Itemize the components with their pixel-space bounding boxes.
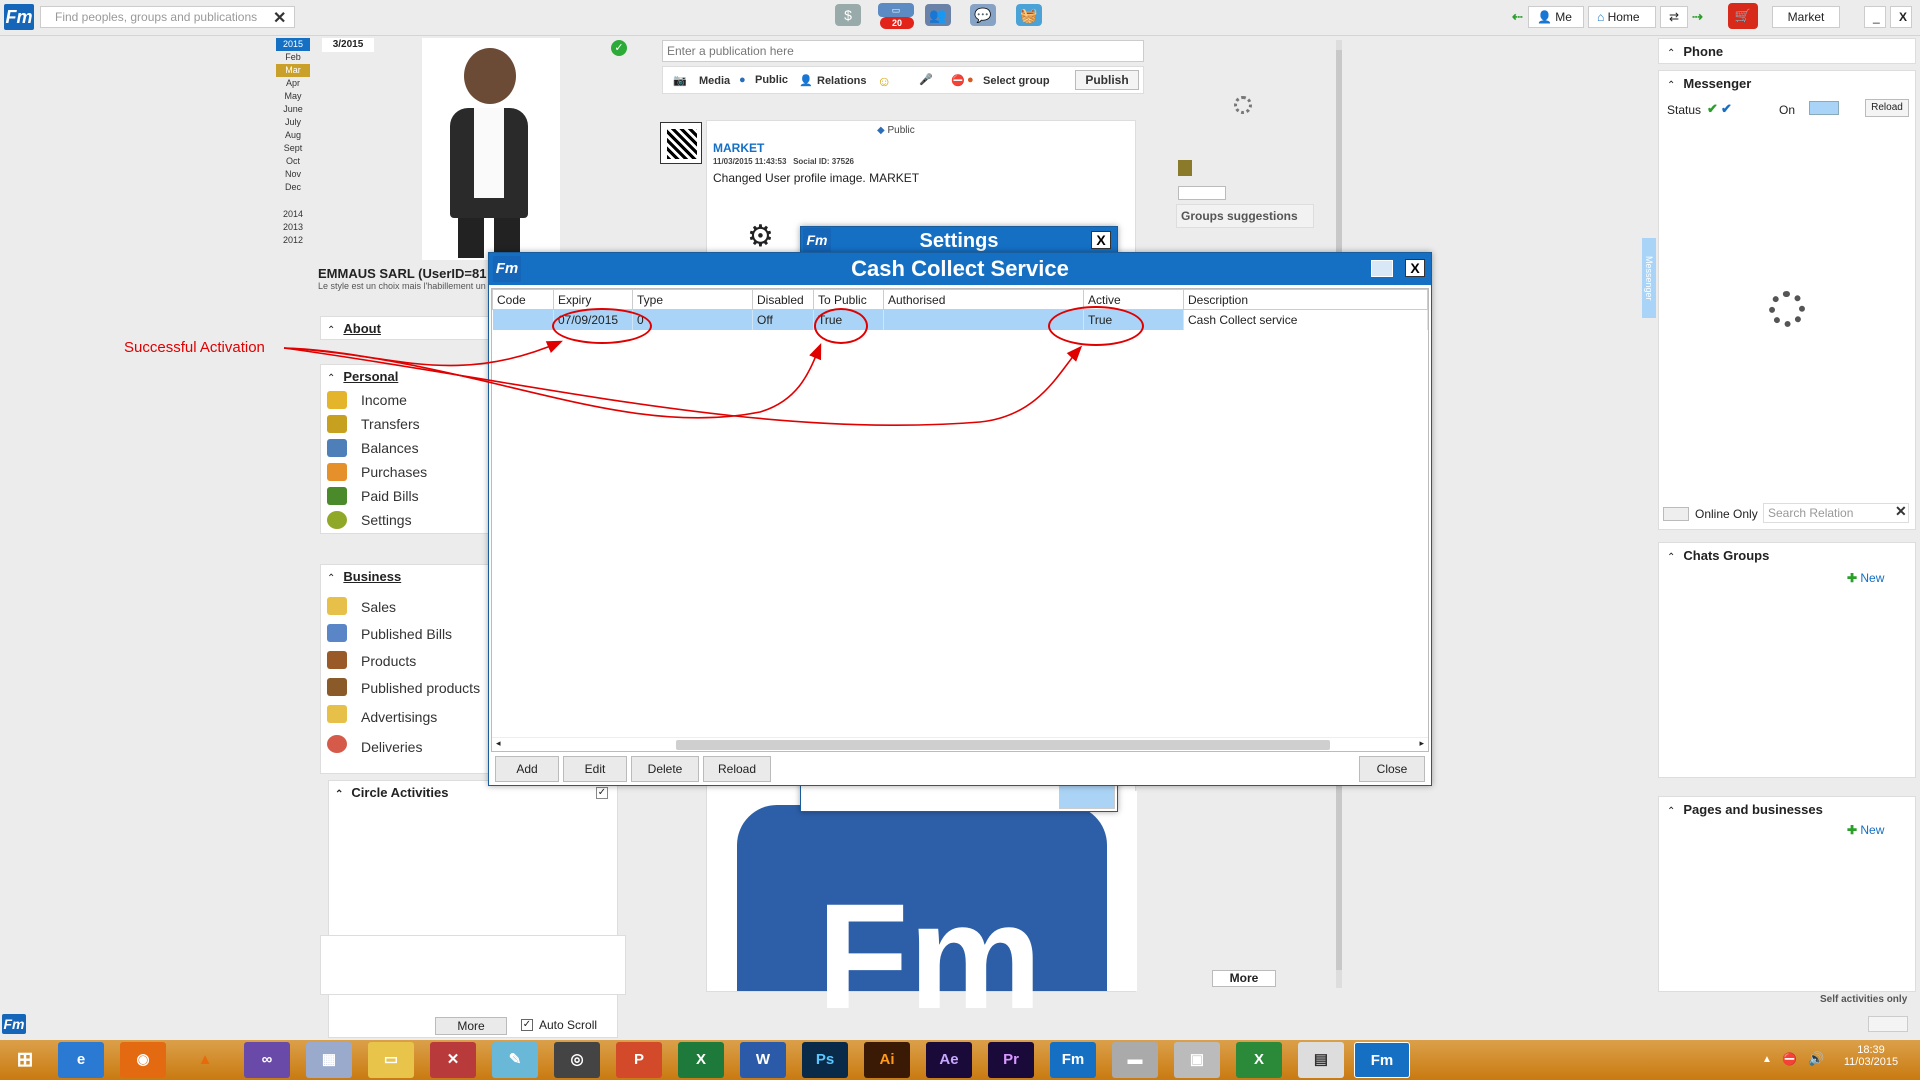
collapse-icon: ⌃ — [1667, 806, 1676, 817]
messenger-header[interactable]: ⌃ Messenger — [1659, 71, 1915, 96]
new-chat-group-button[interactable]: ✚ New — [1847, 571, 1884, 585]
premiere-icon[interactable]: Pr — [988, 1042, 1034, 1078]
camera-app-icon[interactable]: ◎ — [554, 1042, 600, 1078]
powerpoint-icon[interactable]: P — [616, 1042, 662, 1078]
firefox-icon[interactable]: ◉ — [120, 1042, 166, 1078]
annotation-arrows — [283, 340, 1083, 427]
status-label: Status — [1667, 103, 1702, 117]
image-viewer-icon[interactable]: ▣ — [1174, 1042, 1220, 1078]
messenger-side-tab[interactable]: Messenger — [1642, 238, 1656, 318]
phone-title: Phone — [1683, 44, 1724, 59]
collapse-icon: ⌃ — [1667, 552, 1676, 563]
self-activities-toggle[interactable] — [1868, 1016, 1908, 1032]
word-icon[interactable]: W — [740, 1042, 786, 1078]
messenger-reload-button[interactable]: Reload — [1865, 99, 1909, 117]
self-activities-label: Self activities only — [1820, 994, 1908, 1005]
clock-time: 18:39 — [1857, 1044, 1885, 1056]
window-icon[interactable]: ▤ — [1298, 1042, 1344, 1078]
visual-studio-icon[interactable]: ∞ — [244, 1042, 290, 1078]
notes-icon[interactable]: ✎ — [492, 1042, 538, 1078]
fm-active-window-icon[interactable]: Fm — [1354, 1042, 1410, 1078]
chats-groups-header[interactable]: ⌃ Chats Groups — [1659, 543, 1915, 568]
windows-start-icon[interactable]: ⊞ — [2, 1042, 48, 1078]
excel-window-icon[interactable]: X — [1236, 1042, 1282, 1078]
tool-icon[interactable]: ✕ — [430, 1042, 476, 1078]
plus-icon: ✚ — [1847, 823, 1861, 837]
status-check-icon: ✔ — [1707, 101, 1718, 116]
plus-icon: ✚ — [1847, 571, 1861, 585]
loading-spinner-icon — [1769, 291, 1805, 327]
file-explorer-icon[interactable]: ▭ — [368, 1042, 414, 1078]
status-toggle[interactable] — [1809, 101, 1839, 115]
clock[interactable]: 18:39 11/03/2015 — [1836, 1044, 1906, 1068]
tray-chevron-icon[interactable]: ▲ — [1762, 1054, 1772, 1065]
volume-icon[interactable]: 🔊 — [1808, 1051, 1824, 1067]
messenger-title: Messenger — [1683, 76, 1752, 91]
fm-app-icon[interactable]: Fm — [1050, 1042, 1096, 1078]
new-label: New — [1860, 571, 1885, 585]
network-icon[interactable]: ⛔ — [1782, 1052, 1797, 1066]
new-page-button[interactable]: ✚ New — [1847, 823, 1884, 837]
calculator-icon[interactable]: ▦ — [306, 1042, 352, 1078]
messenger-panel: ⌃ Messenger Status ✔ ✔ On Reload Online O… — [1658, 70, 1916, 530]
collapse-icon: ⌃ — [1667, 48, 1676, 59]
drive-icon[interactable]: ▬ — [1112, 1042, 1158, 1078]
windows-taskbar: ⊞ e ◉ ▲ ∞ ▦ ▭ ✕ ✎ ◎ P X W Ps Ai Ae Pr Fm… — [0, 1040, 1920, 1080]
excel-icon[interactable]: X — [678, 1042, 724, 1078]
after-effects-icon[interactable]: Ae — [926, 1042, 972, 1078]
new-label: New — [1860, 823, 1885, 837]
clear-relation-icon[interactable]: ✕ — [1895, 503, 1907, 520]
phone-panel[interactable]: ⌃ Phone — [1658, 38, 1916, 64]
illustrator-icon[interactable]: Ai — [864, 1042, 910, 1078]
pages-businesses-title: Pages and businesses — [1683, 802, 1823, 817]
clock-date: 11/03/2015 — [1843, 1056, 1899, 1068]
chats-groups-panel: ⌃ Chats Groups ✚ New — [1658, 542, 1916, 778]
search-relation-input[interactable]: Search Relation — [1763, 503, 1909, 523]
annotation-label: Successful Activation — [124, 339, 265, 356]
online-only-label: Online Only — [1695, 507, 1758, 521]
collapse-icon: ⌃ — [1667, 80, 1676, 91]
pages-businesses-header[interactable]: ⌃ Pages and businesses — [1659, 797, 1915, 822]
on-label: On — [1779, 103, 1796, 117]
chats-groups-title: Chats Groups — [1683, 548, 1770, 563]
online-only-toggle[interactable] — [1663, 507, 1689, 521]
status-check-icon: ✔ — [1721, 101, 1732, 116]
photoshop-icon[interactable]: Ps — [802, 1042, 848, 1078]
vlc-icon[interactable]: ▲ — [182, 1042, 228, 1078]
ie-icon[interactable]: e — [58, 1042, 104, 1078]
pages-businesses-panel: ⌃ Pages and businesses ✚ New — [1658, 796, 1916, 992]
